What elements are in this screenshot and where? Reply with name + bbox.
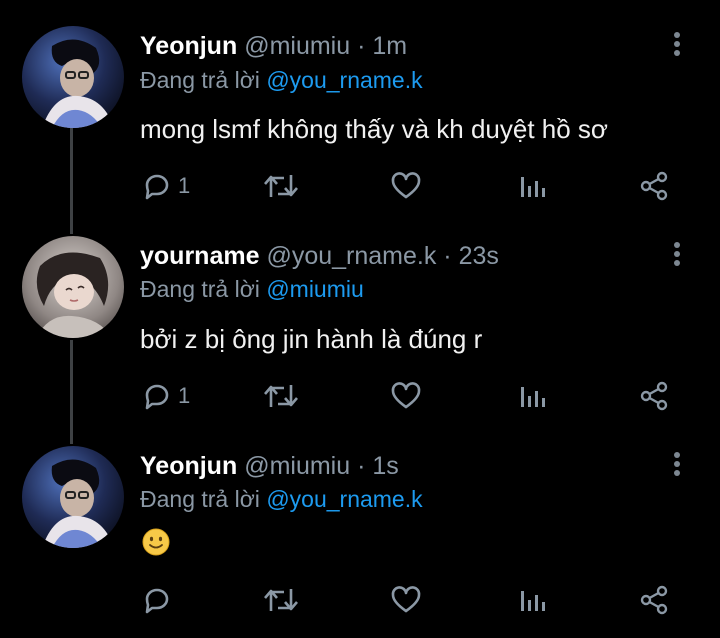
views-icon	[521, 591, 545, 611]
user-handle[interactable]: @miumiu	[244, 452, 350, 480]
timestamp[interactable]: 1s	[372, 452, 398, 480]
views-button[interactable]	[518, 580, 546, 620]
retweet-icon	[264, 589, 298, 611]
reply-button[interactable]	[142, 580, 178, 620]
retweet-button[interactable]	[262, 580, 300, 620]
more-icon	[674, 470, 680, 476]
tweet[interactable]: Yeonjun @miumiu · 1s Đang trả lời @you_r…	[0, 0, 720, 638]
separator-dot: ·	[357, 452, 366, 480]
more-icon	[674, 461, 680, 467]
display-name[interactable]: Yeonjun	[140, 452, 237, 480]
share-icon	[640, 585, 668, 615]
reply-icon	[145, 588, 169, 614]
more-icon	[674, 452, 680, 458]
share-button[interactable]	[638, 580, 670, 620]
replying-to-handle[interactable]: @you_rname.k	[266, 486, 422, 512]
like-icon	[391, 586, 421, 613]
emoji-slightly-smiling	[142, 528, 170, 556]
like-button[interactable]	[390, 580, 422, 620]
yeonjun-avatar-image	[22, 446, 124, 548]
more-options-button[interactable]	[668, 449, 686, 479]
tweet-header: Yeonjun @miumiu · 1s	[140, 451, 399, 481]
replying-to-label: Đang trả lời	[140, 486, 260, 512]
avatar[interactable]	[22, 446, 124, 548]
tweet-actions	[0, 580, 720, 620]
replying-to: Đang trả lời @you_rname.k	[140, 485, 423, 513]
